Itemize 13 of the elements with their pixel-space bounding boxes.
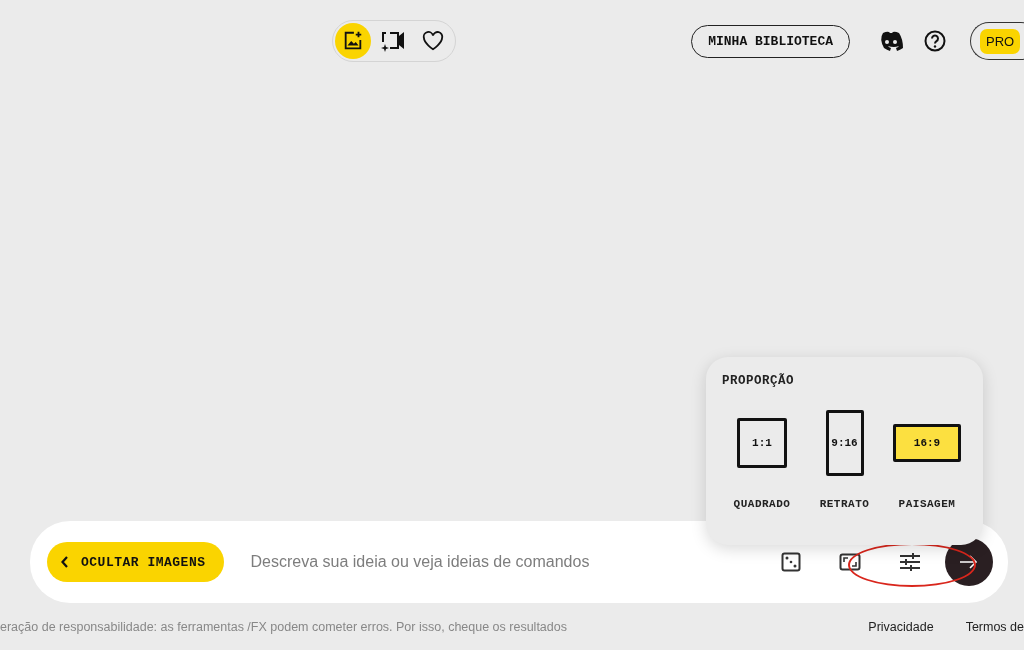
footer-link[interactable]: Termos de [965, 619, 1024, 634]
aspect-option[interactable]: 16:9 PAISAGEM [887, 410, 967, 510]
ratio-frame: 16:9 [893, 424, 961, 462]
hide-images-button[interactable]: OCULTAR IMAGENS [47, 542, 224, 582]
disclaimer-text: eração de responsabilidade: as ferramentas /FX podem cometer erros. Por isso, cheque os resultados [0, 619, 568, 634]
footer-link[interactable]: Privacidade [868, 619, 934, 634]
aspect-option[interactable]: 1:1 QUADRADO [722, 410, 802, 510]
pro-badge: PRO [980, 28, 1021, 54]
prompt-input[interactable]: Descreva sua ideia ou veja ideias de comandos [248, 552, 781, 572]
ratio-frame: 9:16 [825, 410, 864, 476]
aspect-option[interactable]: 9:16 RETRATO [804, 410, 885, 510]
popover-title: PROPORÇÃO [722, 374, 795, 388]
ratio-frame: 1:1 [737, 418, 787, 468]
